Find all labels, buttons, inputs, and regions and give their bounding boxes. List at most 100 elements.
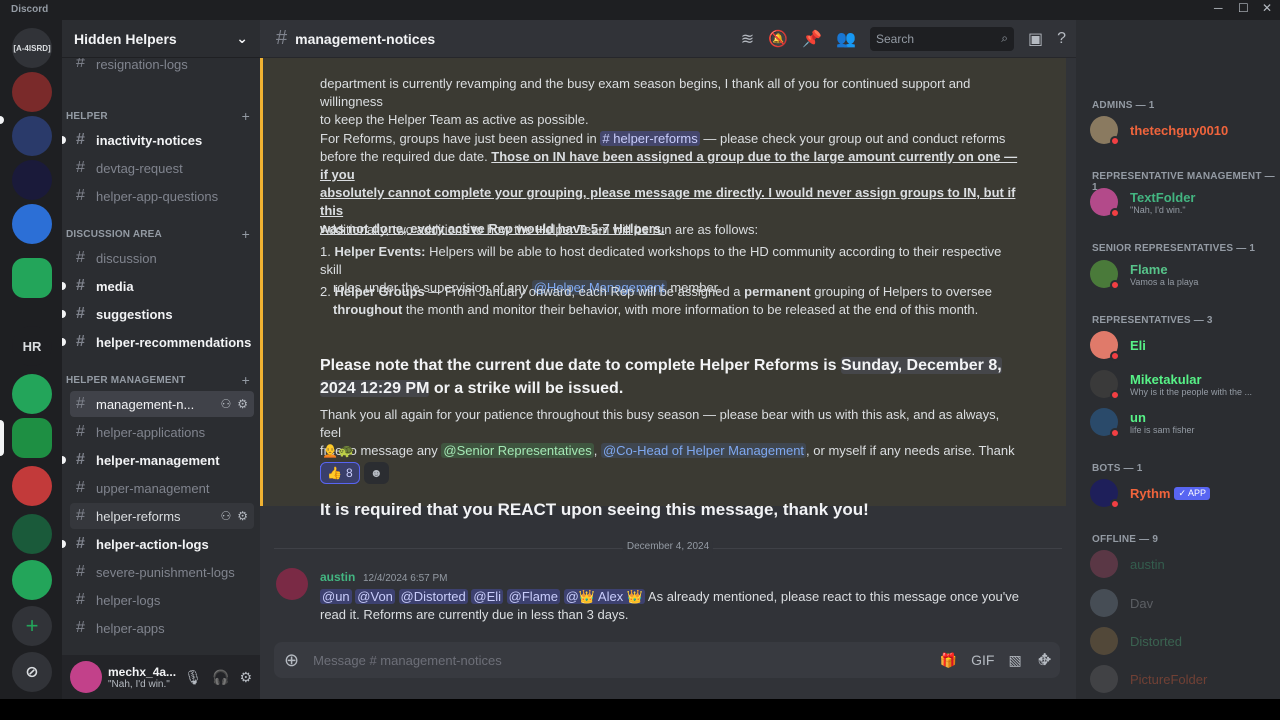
role-mention[interactable]: @Senior Representatives bbox=[441, 443, 594, 458]
server-icon[interactable]: HR bbox=[12, 326, 52, 366]
inbox-icon[interactable]: ▣ bbox=[1028, 29, 1043, 49]
channel-item[interactable]: # helper-logs bbox=[70, 587, 254, 613]
chevron-down-icon[interactable]: ⌄ bbox=[236, 30, 248, 47]
pin-icon[interactable]: 📌 bbox=[802, 29, 822, 49]
user-status: "Nah, I'd win." bbox=[108, 678, 170, 690]
channel-item[interactable]: # suggestions bbox=[62, 301, 254, 327]
gear-icon[interactable]: ⚙ bbox=[237, 509, 248, 523]
headphones-icon[interactable]: 🎧 bbox=[212, 669, 229, 686]
server-icon[interactable] bbox=[12, 116, 52, 156]
user-mention[interactable]: @Von bbox=[355, 589, 395, 604]
user-mention[interactable]: @Distorted bbox=[398, 589, 468, 604]
member-item[interactable]: TextFolder "Nah, I'd win." bbox=[1090, 184, 1274, 220]
category-helper[interactable]: HELPER + bbox=[66, 108, 250, 124]
gear-icon[interactable]: ⚙ bbox=[237, 397, 248, 411]
category-helper-management[interactable]: HELPER MANAGEMENT + bbox=[66, 372, 250, 388]
member-item[interactable]: Rythm ✓ APP bbox=[1090, 475, 1274, 511]
category-discussion[interactable]: DISCUSSION AREA + bbox=[66, 226, 250, 242]
member-item[interactable]: un life is sam fisher bbox=[1090, 404, 1274, 440]
message-paragraph: Additionally, two additions to how the H… bbox=[320, 222, 759, 237]
server-icon[interactable] bbox=[12, 514, 52, 554]
search-input[interactable]: Search ⌕ bbox=[869, 26, 1014, 51]
channel-item[interactable]: # helper-app-questions bbox=[70, 183, 254, 209]
member-name: Rythm bbox=[1130, 485, 1171, 501]
channel-item[interactable]: # helper-management bbox=[62, 447, 254, 473]
channel-item[interactable]: # helper-apps bbox=[70, 615, 254, 641]
reaction-thumbs-up[interactable]: 👍 8 bbox=[320, 462, 360, 484]
hash-icon: # bbox=[76, 535, 85, 552]
user-panel: mechx_4a... "Nah, I'd win." 🎙 🎧 ⚙ bbox=[62, 655, 260, 699]
member-item[interactable]: Dav bbox=[1090, 585, 1274, 621]
channel-mention[interactable]: # helper-reforms bbox=[600, 131, 700, 146]
help-icon[interactable]: ? bbox=[1057, 30, 1066, 48]
message-composer[interactable]: ⊕ Message # management-notices 🎁 GIF ▧ ☺ bbox=[274, 642, 1060, 678]
member-item[interactable]: thetechguy0010 bbox=[1090, 112, 1274, 148]
channel-label: helper-reforms bbox=[96, 508, 181, 524]
channel-item[interactable]: # upper-management bbox=[70, 475, 254, 501]
member-item[interactable]: Flame Vamos a la playa bbox=[1090, 256, 1274, 292]
folder-icon[interactable] bbox=[12, 258, 52, 298]
add-server-icon[interactable]: + bbox=[12, 606, 52, 646]
gear-icon[interactable]: ⚙ bbox=[239, 669, 252, 686]
maximize-icon[interactable]: ☐ bbox=[1238, 1, 1249, 15]
server-icon[interactable]: [A-4ISRD] bbox=[12, 28, 52, 68]
member-item[interactable]: PictureFolder bbox=[1090, 661, 1274, 697]
message-paragraph: Thank you all again for your patience th… bbox=[320, 406, 1020, 478]
role-mention[interactable]: @Co-Head of Helper Management bbox=[600, 443, 807, 458]
avatar[interactable] bbox=[70, 661, 102, 693]
close-icon[interactable]: ✕ bbox=[1262, 1, 1272, 15]
channel-item[interactable]: # discussion bbox=[70, 245, 254, 271]
server-icon[interactable] bbox=[12, 204, 52, 244]
member-item[interactable]: austin bbox=[1090, 546, 1274, 582]
add-attachment-icon[interactable]: ⊕ bbox=[284, 650, 299, 671]
sticker-icon[interactable]: ▧ bbox=[1008, 652, 1021, 669]
avatar bbox=[1090, 550, 1118, 578]
server-icon[interactable] bbox=[12, 560, 52, 600]
microphone-icon[interactable]: 🎙 bbox=[184, 669, 202, 686]
server-icon[interactable] bbox=[12, 418, 52, 458]
user-mention[interactable]: @Flame bbox=[506, 589, 560, 604]
plus-icon[interactable]: + bbox=[242, 372, 250, 388]
avatar[interactable] bbox=[276, 568, 308, 600]
channel-item[interactable]: # helper-action-logs bbox=[62, 531, 254, 557]
user-mention[interactable]: @un bbox=[320, 589, 352, 604]
bell-mute-icon[interactable]: 🔕 bbox=[768, 29, 788, 49]
discover-icon[interactable]: ⊘ bbox=[12, 652, 52, 692]
server-icon[interactable] bbox=[12, 160, 52, 200]
minimize-icon[interactable]: ─ bbox=[1214, 1, 1223, 15]
author-name[interactable]: austin bbox=[320, 570, 355, 584]
server-icon[interactable] bbox=[12, 466, 52, 506]
plus-icon[interactable]: + bbox=[242, 226, 250, 242]
member-item[interactable]: Miketakular Why is it the people with the… bbox=[1090, 366, 1274, 402]
hash-icon: # bbox=[76, 277, 85, 294]
guild-header[interactable]: Hidden Helpers ⌄ bbox=[62, 20, 260, 58]
threads-icon[interactable]: ≋ bbox=[741, 29, 754, 49]
gif-icon[interactable]: GIF bbox=[971, 652, 994, 669]
add-reaction-button[interactable]: ☻ bbox=[364, 462, 389, 484]
gift-icon[interactable]: 🎁 bbox=[940, 652, 957, 669]
message-input[interactable]: Message # management-notices bbox=[313, 653, 502, 668]
user-mention[interactable]: @👑 Alex 👑 bbox=[563, 589, 646, 604]
members-icon[interactable]: 👥 bbox=[836, 29, 856, 49]
avatar bbox=[1090, 479, 1120, 509]
channel-item[interactable]: # media bbox=[62, 273, 254, 299]
channel-item[interactable]: # inactivity-notices bbox=[62, 127, 254, 153]
add-member-icon[interactable]: ⚇ bbox=[220, 509, 231, 523]
channel-item[interactable]: # helper-applications bbox=[70, 419, 254, 445]
channel-item-hover[interactable]: # helper-reforms ⚇ ⚙ bbox=[70, 503, 254, 529]
user-mention[interactable]: @Eli bbox=[471, 589, 504, 604]
channel-item[interactable]: # severe-punishment-logs bbox=[70, 559, 254, 585]
channel-item-active[interactable]: # management-n... ⚇ ⚙ bbox=[70, 391, 254, 417]
add-member-icon[interactable]: ⚇ bbox=[220, 397, 231, 411]
apps-icon[interactable]: ✥ bbox=[1038, 650, 1051, 670]
plus-icon[interactable]: + bbox=[242, 108, 250, 124]
emoji-icon: 🧑‍🦲🐢 bbox=[322, 443, 355, 458]
server-icon[interactable] bbox=[12, 72, 52, 112]
channel-item[interactable]: # helper-recommendations bbox=[62, 329, 254, 355]
channel-item[interactable]: # devtag-request bbox=[70, 155, 254, 181]
member-item[interactable]: Distorted bbox=[1090, 623, 1274, 659]
member-item[interactable]: Eli bbox=[1090, 327, 1274, 363]
channel-item[interactable]: # resignation-logs bbox=[70, 58, 254, 72]
member-name: Flame bbox=[1130, 261, 1168, 277]
server-icon[interactable] bbox=[12, 374, 52, 414]
